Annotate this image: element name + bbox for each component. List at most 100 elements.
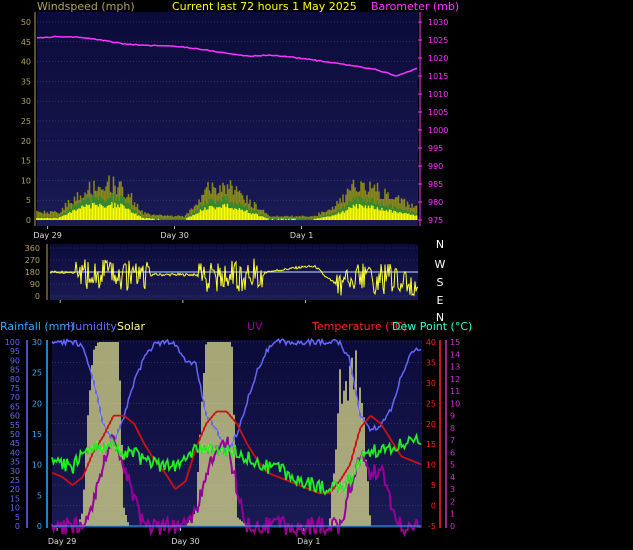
temperature-tick-label: 15 xyxy=(426,440,436,449)
wind-tick-label: 5 xyxy=(26,196,31,205)
dewpoint-tick-label: 7 xyxy=(450,436,455,445)
temperature-tick-label: -5 xyxy=(428,522,436,531)
rainfall-tick-label: 10 xyxy=(32,461,42,470)
wind-tick-label: 40 xyxy=(21,58,31,67)
baro-tick-label: 1015 xyxy=(428,72,448,81)
baro-tick-label: 995 xyxy=(428,144,443,153)
humidity-tick-label: 70 xyxy=(10,393,20,402)
dewpoint-legend-label: Dew Point (°C) xyxy=(392,320,473,333)
compass-label: W xyxy=(435,258,446,271)
temperature-tick-label: 35 xyxy=(426,358,436,367)
humidity-tick-label: 40 xyxy=(10,448,20,457)
humidity-legend-label: Humidity xyxy=(67,320,117,333)
humidity-tick-label: 60 xyxy=(10,412,20,421)
temperature-tick-label: 20 xyxy=(426,420,436,429)
x-axis-label: Day 1 xyxy=(297,537,320,546)
x-axis-label: Day 1 xyxy=(290,231,313,240)
direction-tick-label: 90 xyxy=(30,280,40,289)
humidity-tick-label: 5 xyxy=(15,513,20,522)
compass-label: N xyxy=(436,238,444,251)
humidity-tick-label: 75 xyxy=(10,384,20,393)
direction-tick-label: 0 xyxy=(35,292,40,301)
humidity-tick-label: 0 xyxy=(15,522,20,531)
dewpoint-tick-label: 11 xyxy=(450,387,460,396)
direction-tick-label: 270 xyxy=(25,256,40,265)
wind-tick-label: 35 xyxy=(21,77,31,86)
x-axis-label: Day 30 xyxy=(160,231,189,240)
humidity-tick-label: 95 xyxy=(10,347,20,356)
dewpoint-tick-label: 8 xyxy=(450,424,455,433)
baro-tick-label: 980 xyxy=(428,198,443,207)
humidity-tick-label: 55 xyxy=(10,421,20,430)
weather-graph: 50 45 40 35 30 25 20 15 10 5 0 1030 1025 1020 1015 1010… xyxy=(0,0,633,550)
baro-tick-label: 1025 xyxy=(428,36,448,45)
rainfall-tick-label: 0 xyxy=(37,522,42,531)
wind-tick-label: 15 xyxy=(21,157,31,166)
baro-tick-label: 1030 xyxy=(428,18,448,27)
baro-tick-label: 1020 xyxy=(428,54,448,63)
temperature-tick-label: 0 xyxy=(431,502,436,511)
humidity-tick-label: 15 xyxy=(10,494,20,503)
humidity-tick-label: 45 xyxy=(10,439,20,448)
x-axis-label: Day 30 xyxy=(171,537,200,546)
baro-tick-label: 1005 xyxy=(428,108,448,117)
windspeed-axis-label: Windspeed (mph) xyxy=(37,0,135,13)
wind-tick-label: 50 xyxy=(21,18,31,27)
dewpoint-tick-label: 4 xyxy=(450,473,455,482)
wind-tick-label: 45 xyxy=(21,38,31,47)
temperature-tick-label: 30 xyxy=(426,379,436,388)
rainfall-tick-label: 20 xyxy=(32,399,42,408)
dewpoint-tick-label: 3 xyxy=(450,485,455,494)
dewpoint-tick-label: 5 xyxy=(450,461,455,470)
wind-tick-label: 10 xyxy=(21,176,31,185)
baro-tick-label: 975 xyxy=(428,216,443,225)
direction-tick-label: 360 xyxy=(25,244,40,253)
humidity-tick-label: 20 xyxy=(10,485,20,494)
humidity-tick-label: 35 xyxy=(10,458,20,467)
solar-legend-label: Solar xyxy=(117,320,146,333)
rainfall-tick-label: 25 xyxy=(32,369,42,378)
temperature-tick-label: 10 xyxy=(426,461,436,470)
page-title: Current last 72 hours 1 May 2025 xyxy=(172,0,357,13)
dewpoint-tick-label: 2 xyxy=(450,497,455,506)
temperature-tick-label: 25 xyxy=(426,399,436,408)
wind-tick-label: 30 xyxy=(21,97,31,106)
humidity-tick-label: 80 xyxy=(10,375,20,384)
baro-tick-label: 985 xyxy=(428,180,443,189)
x-axis-label: Day 29 xyxy=(48,537,77,546)
rainfall-tick-label: 5 xyxy=(37,491,42,500)
dewpoint-tick-label: 12 xyxy=(450,375,460,384)
baro-tick-label: 990 xyxy=(428,162,443,171)
wind-tick-label: 25 xyxy=(21,117,31,126)
dewpoint-tick-label: 1 xyxy=(450,510,455,519)
humidity-tick-label: 65 xyxy=(10,402,20,411)
dewpoint-tick-label: 13 xyxy=(450,363,460,372)
compass-label: S xyxy=(437,276,444,289)
direction-tick-label: 180 xyxy=(25,268,40,277)
wind-tick-label: 0 xyxy=(26,216,31,225)
humidity-tick-label: 10 xyxy=(10,504,20,513)
barometer-axis-label: Barometer (mb) xyxy=(371,0,460,13)
humidity-tick-label: 90 xyxy=(10,356,20,365)
temperature-tick-label: 40 xyxy=(426,338,436,347)
dewpoint-tick-label: 6 xyxy=(450,448,455,457)
baro-tick-label: 1000 xyxy=(428,126,448,135)
temperature-tick-label: 5 xyxy=(431,481,436,490)
humidity-tick-label: 85 xyxy=(10,366,20,375)
dewpoint-tick-label: 10 xyxy=(450,399,460,408)
rainfall-legend-label: Rainfall (mm) xyxy=(0,320,75,333)
baro-tick-label: 1010 xyxy=(428,90,448,99)
compass-label: E xyxy=(437,294,444,307)
dewpoint-tick-label: 14 xyxy=(450,350,460,359)
humidity-tick-label: 25 xyxy=(10,476,20,485)
humidity-tick-label: 100 xyxy=(5,338,20,347)
wind-tick-label: 20 xyxy=(21,137,31,146)
rainfall-tick-label: 15 xyxy=(32,430,42,439)
x-axis-label: Day 29 xyxy=(33,231,62,240)
dewpoint-tick-label: 0 xyxy=(450,522,455,531)
weather-chart-canvas: 5045403530252015105010301025102010151010… xyxy=(5,12,460,546)
dewpoint-tick-label: 15 xyxy=(450,338,460,347)
humidity-tick-label: 30 xyxy=(10,467,20,476)
rainfall-tick-label: 30 xyxy=(32,338,42,347)
uv-legend-label: UV xyxy=(247,320,263,333)
